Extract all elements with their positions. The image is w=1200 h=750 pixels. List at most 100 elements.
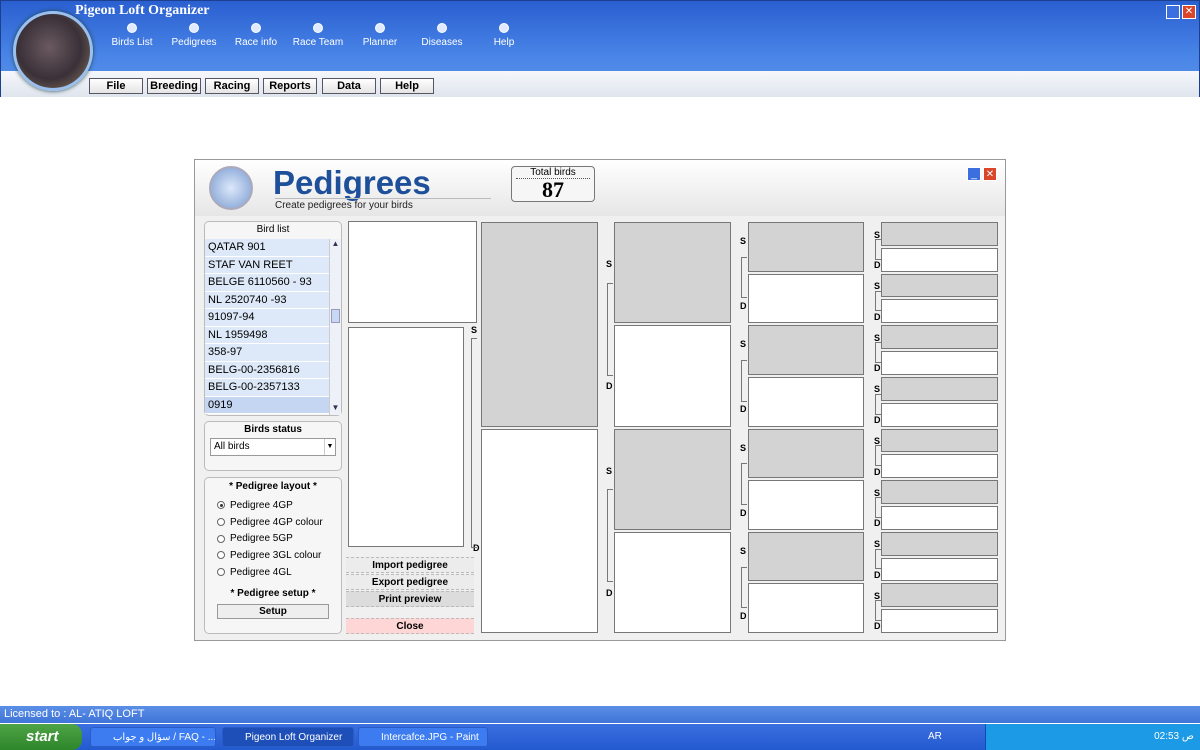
- photo-box[interactable]: [348, 221, 477, 323]
- radio-button[interactable]: [217, 551, 225, 560]
- pedigree-box-gen2[interactable]: [614, 325, 731, 427]
- birds-status-select[interactable]: All birds ▼: [210, 438, 336, 456]
- menu-help[interactable]: Help: [380, 78, 434, 94]
- start-button[interactable]: start: [0, 724, 82, 750]
- setup-button[interactable]: Setup: [217, 604, 329, 620]
- bird-list-item[interactable]: NL 1959498: [205, 326, 329, 344]
- menu-racing[interactable]: Racing: [205, 78, 259, 94]
- scroll-up-icon[interactable]: ▲: [330, 239, 341, 251]
- nav-diseases[interactable]: Diseases: [412, 23, 472, 48]
- dam-label: D: [874, 363, 881, 374]
- page-title: Pedigrees: [273, 164, 431, 201]
- layout-option[interactable]: Pedigree 4GP colour: [205, 514, 341, 531]
- nav-help[interactable]: Help: [474, 23, 534, 48]
- pedigree-box-gen2[interactable]: [614, 531, 731, 633]
- pedigree-box-gen4[interactable]: [881, 557, 998, 582]
- bird-list-item[interactable]: 91097-94: [205, 309, 329, 327]
- pigeon-logo: [13, 11, 93, 91]
- radio-button[interactable]: [217, 568, 225, 577]
- nav-race-info[interactable]: Race info: [226, 23, 286, 48]
- bird-list-scrollbar[interactable]: ▲ ▼: [329, 239, 341, 415]
- bird-list-item[interactable]: 0919: [205, 396, 329, 414]
- pedigree-box-gen4[interactable]: [881, 273, 998, 298]
- taskbar-item-faq[interactable]: سؤال و جواب / FAQ - ...: [90, 727, 216, 747]
- connector-line: [875, 548, 881, 570]
- pedigree-box-gen4[interactable]: [881, 505, 998, 530]
- nav-planner[interactable]: Planner: [350, 23, 410, 48]
- radio-button[interactable]: [217, 534, 225, 543]
- language-indicator[interactable]: AR: [928, 731, 942, 742]
- taskbar-item-pigeon-loft[interactable]: Pigeon Loft Organizer: [222, 727, 354, 747]
- pedigree-box-gen1[interactable]: [481, 428, 598, 633]
- connector-line: [875, 497, 881, 518]
- pedigree-box-gen3[interactable]: [748, 480, 864, 530]
- dam-label: D: [874, 518, 881, 529]
- bird-list-item[interactable]: STAF VAN REET: [205, 256, 329, 274]
- nav-bullet-icon: [313, 23, 323, 33]
- window-close-button[interactable]: ✕: [983, 167, 997, 181]
- print-preview-button[interactable]: Print preview: [346, 591, 474, 607]
- pedigree-box-gen4[interactable]: [881, 583, 998, 608]
- taskbar-item-paint[interactable]: Intercafce.JPG - Paint: [358, 727, 488, 747]
- window-header: Pedigrees Create pedigrees for your bird…: [195, 160, 1005, 216]
- pedigree-box-gen4[interactable]: [881, 247, 998, 272]
- pedigree-box-gen3[interactable]: [748, 376, 864, 427]
- bird-list-item[interactable]: BELG-00-2357133: [205, 379, 329, 397]
- pedigree-box-gen4[interactable]: [881, 351, 998, 375]
- scroll-thumb[interactable]: [331, 309, 340, 323]
- nav-label: Race Team: [292, 37, 344, 48]
- pedigree-box-gen4[interactable]: [881, 402, 998, 427]
- close-app-button[interactable]: ✕: [1182, 5, 1196, 19]
- pedigree-box-gen3[interactable]: [748, 583, 864, 633]
- layout-option[interactable]: Pedigree 4GL: [205, 564, 341, 581]
- pedigree-box-gen4[interactable]: [881, 325, 998, 350]
- radio-button[interactable]: [217, 501, 225, 510]
- bird-list-item[interactable]: BELG-00-2356816: [205, 361, 329, 379]
- bird-list-item[interactable]: NL 2520740 -93: [205, 291, 329, 309]
- pedigree-box-gen4[interactable]: [881, 531, 998, 556]
- layout-option[interactable]: Pedigree 5GP: [205, 530, 341, 547]
- pedigree-layout-label: * Pedigree layout *: [229, 481, 317, 492]
- pedigree-box-gen4[interactable]: [881, 428, 998, 453]
- bird-list-item[interactable]: 358-97: [205, 344, 329, 362]
- bird-list-item[interactable]: QATAR 901: [205, 239, 329, 257]
- chevron-down-icon[interactable]: ▼: [324, 439, 335, 455]
- pedigree-box-gen4[interactable]: [881, 299, 998, 324]
- pedigree-box-gen4[interactable]: [881, 222, 998, 246]
- nav-race-team[interactable]: Race Team: [288, 23, 348, 48]
- layout-option[interactable]: Pedigree 4GP: [205, 497, 341, 514]
- nav-pedigrees[interactable]: Pedigrees: [164, 23, 224, 48]
- pedigree-box-gen3[interactable]: [748, 428, 864, 479]
- pedigree-box-gen4[interactable]: [881, 376, 998, 401]
- layout-option-label: Pedigree 4GP: [230, 499, 293, 511]
- pedigree-box-gen2[interactable]: [614, 428, 731, 530]
- menu-breeding[interactable]: Breeding: [147, 78, 201, 94]
- pedigree-box-gen4[interactable]: [881, 480, 998, 504]
- pedigrees-window: Pedigrees Create pedigrees for your bird…: [194, 159, 1006, 641]
- nav-bullet-icon: [499, 23, 509, 33]
- menu-file[interactable]: File: [89, 78, 143, 94]
- nav-birds-list[interactable]: Birds List: [102, 23, 162, 48]
- pedigree-box-gen3[interactable]: [748, 325, 864, 375]
- layout-option-label: Pedigree 5GP: [230, 533, 293, 545]
- pedigree-box-gen3[interactable]: [748, 222, 864, 272]
- pedigree-box-gen1[interactable]: [481, 222, 598, 427]
- layout-option[interactable]: Pedigree 3GL colour: [205, 547, 341, 564]
- export-pedigree-button[interactable]: Export pedigree: [346, 574, 474, 590]
- radio-button[interactable]: [217, 518, 225, 527]
- subject-bird-box[interactable]: [348, 327, 464, 547]
- close-button[interactable]: Close: [346, 618, 474, 634]
- pedigree-box-gen3[interactable]: [748, 273, 864, 324]
- window-minimize-button[interactable]: _: [967, 167, 981, 181]
- menu-reports[interactable]: Reports: [263, 78, 317, 94]
- import-pedigree-button[interactable]: Import pedigree: [346, 557, 474, 573]
- sire-label: S: [740, 442, 747, 453]
- pedigree-box-gen3[interactable]: [748, 531, 864, 582]
- minimize-button[interactable]: [1166, 5, 1180, 19]
- bird-list-item[interactable]: BELGE 6110560 - 93: [205, 274, 329, 292]
- scroll-down-icon[interactable]: ▼: [330, 403, 341, 415]
- menu-data[interactable]: Data: [322, 78, 376, 94]
- pedigree-box-gen4[interactable]: [881, 609, 998, 633]
- pedigree-box-gen2[interactable]: [614, 222, 731, 324]
- pedigree-box-gen4[interactable]: [881, 454, 998, 479]
